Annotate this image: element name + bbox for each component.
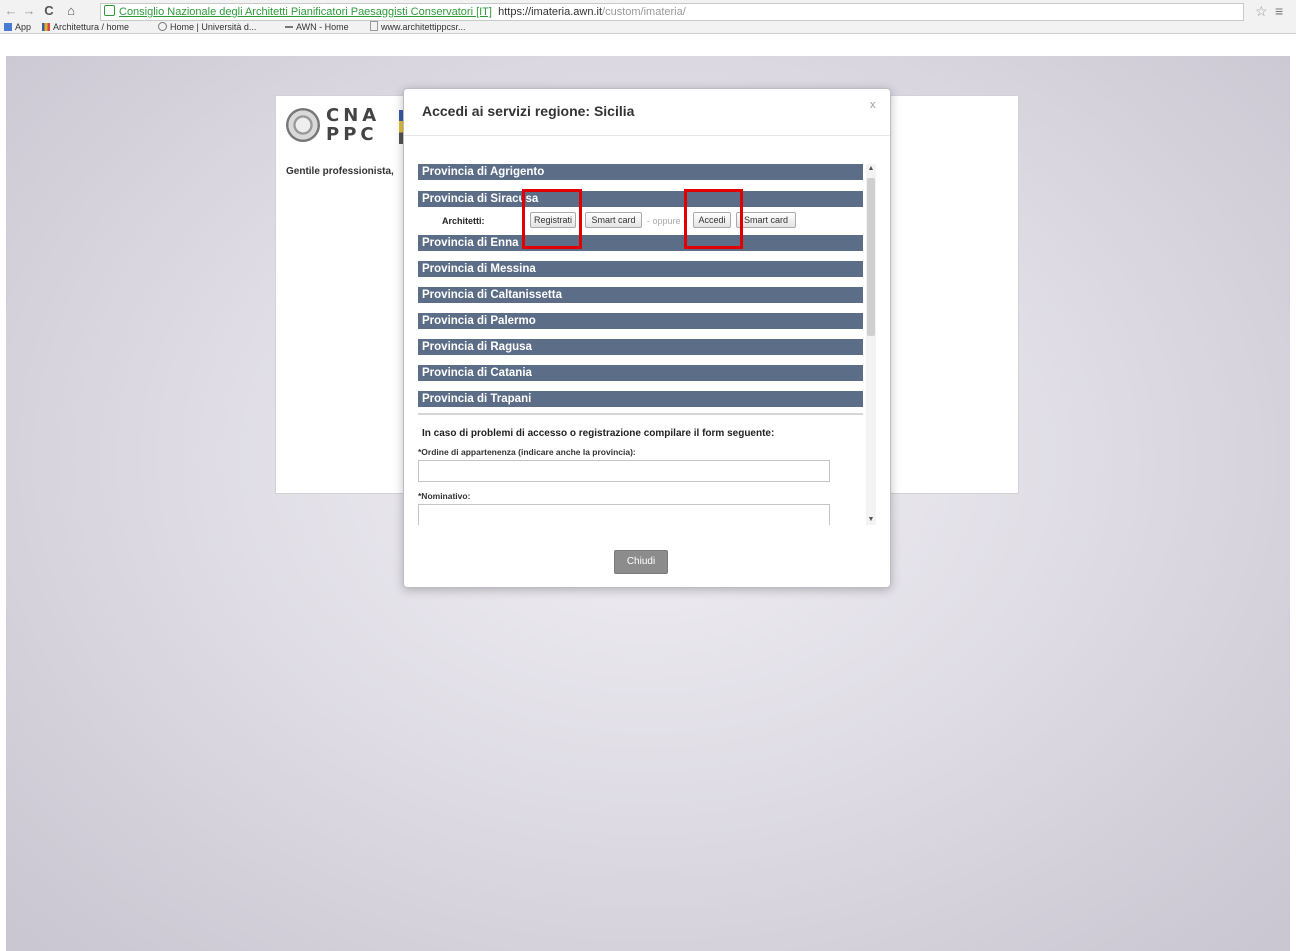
modal-title: Accedi ai servizi regione: Sicilia bbox=[422, 103, 635, 119]
apps-grid-icon bbox=[4, 23, 12, 31]
ev-certificate-badge[interactable]: Consiglio Nazionale degli Architetti Pia… bbox=[101, 5, 492, 18]
architetti-label: Architetti: bbox=[442, 216, 485, 226]
bookmarks-bar: App Architettura / home Home | Universit… bbox=[0, 21, 1296, 33]
browser-menu-icon[interactable]: ≡ bbox=[1275, 2, 1283, 20]
ordine-label: *Ordine di appartenenza (indicare anche … bbox=[418, 447, 636, 457]
scroll-up-arrow-icon[interactable]: ▲ bbox=[866, 164, 876, 174]
browser-chrome: ← → C ⌂ Consiglio Nazionale degli Archit… bbox=[0, 0, 1296, 34]
modal-header-divider bbox=[404, 135, 890, 136]
modal-scrollbar[interactable]: ▲ ▼ bbox=[866, 164, 876, 525]
province-ragusa[interactable]: Provincia di Ragusa bbox=[418, 339, 863, 355]
bookmark-label: App bbox=[15, 22, 32, 32]
province-messina[interactable]: Provincia di Messina bbox=[418, 261, 863, 277]
province-caltanissetta[interactable]: Provincia di Caltanissetta bbox=[418, 287, 863, 303]
login-modal: Accedi ai servizi regione: Sicilia x Pro… bbox=[403, 88, 891, 588]
logo-line-2: PPC bbox=[326, 124, 378, 145]
lock-icon bbox=[104, 5, 115, 16]
browser-toolbar: ← → C ⌂ Consiglio Nazionale degli Archit… bbox=[0, 2, 1296, 21]
bookmark-architettippcsr[interactable]: www.architettippcsr... bbox=[370, 21, 466, 33]
logo-text: CNA PPC bbox=[326, 106, 380, 144]
province-enna[interactable]: Provincia di Enna bbox=[418, 235, 863, 251]
scroll-down-arrow-icon[interactable]: ▼ bbox=[866, 515, 876, 525]
nominativo-label: *Nominativo: bbox=[418, 491, 471, 501]
nominativo-input[interactable] bbox=[418, 504, 830, 525]
province-agrigento[interactable]: Provincia di Agrigento bbox=[418, 164, 863, 180]
home-icon[interactable]: ⌂ bbox=[64, 2, 78, 20]
province-catania[interactable]: Provincia di Catania bbox=[418, 365, 863, 381]
bookmark-app[interactable]: App bbox=[4, 21, 31, 33]
smart-card-register-button[interactable]: Smart card bbox=[585, 212, 642, 228]
reload-icon[interactable]: C bbox=[42, 2, 56, 20]
bookmark-label: Home | Università d... bbox=[170, 22, 257, 32]
oppure-separator: - oppure - bbox=[647, 216, 687, 226]
url-path: /custom/imateria/ bbox=[602, 6, 686, 18]
chiudi-button[interactable]: Chiudi bbox=[614, 550, 668, 574]
architetti-row: Architetti: Registrati Smart card - oppu… bbox=[418, 212, 863, 230]
highlight-box-registrati bbox=[522, 189, 582, 249]
colorful-bars-icon bbox=[42, 23, 50, 31]
logo-line-1: CNA bbox=[326, 105, 381, 126]
awn-icon bbox=[285, 26, 293, 31]
province-trapani[interactable]: Provincia di Trapani bbox=[418, 391, 863, 407]
ordine-input[interactable] bbox=[418, 460, 830, 482]
ev-organization: Consiglio Nazionale degli Architetti Pia… bbox=[119, 6, 492, 18]
bookmark-awn[interactable]: AWN - Home bbox=[285, 21, 349, 33]
bookmark-universita[interactable]: Home | Università d... bbox=[158, 21, 256, 33]
italian-emblem-icon bbox=[286, 108, 320, 142]
scroll-thumb[interactable] bbox=[867, 178, 875, 336]
highlight-box-accedi bbox=[684, 189, 743, 249]
bookmark-architettura[interactable]: Architettura / home bbox=[42, 21, 129, 33]
province-siracusa[interactable]: Provincia di Siracusa bbox=[418, 191, 863, 207]
forward-arrow-icon[interactable]: → bbox=[22, 2, 36, 20]
back-arrow-icon[interactable]: ← bbox=[4, 2, 18, 20]
page-icon bbox=[370, 21, 378, 31]
province-palermo[interactable]: Provincia di Palermo bbox=[418, 313, 863, 329]
form-divider bbox=[418, 413, 863, 415]
close-icon[interactable]: x bbox=[870, 99, 876, 111]
form-title: In caso di problemi di accesso o registr… bbox=[422, 428, 775, 439]
university-icon bbox=[158, 22, 167, 31]
address-bar[interactable]: Consiglio Nazionale degli Architetti Pia… bbox=[100, 3, 1244, 21]
cnappc-logo: CNA PPC bbox=[286, 106, 406, 148]
bookmark-label: AWN - Home bbox=[296, 22, 349, 32]
greeting-text: Gentile professionista, bbox=[286, 166, 394, 177]
modal-body: Provincia di Agrigento Provincia di Sira… bbox=[418, 164, 864, 525]
bookmark-label: www.architettippcsr... bbox=[381, 22, 466, 32]
smart-card-login-button[interactable]: Smart card bbox=[736, 212, 796, 228]
url-host: https://imateria.awn.it bbox=[498, 6, 603, 18]
bookmark-star-icon[interactable]: ☆ bbox=[1255, 2, 1268, 20]
bookmark-label: Architettura / home bbox=[53, 22, 130, 32]
